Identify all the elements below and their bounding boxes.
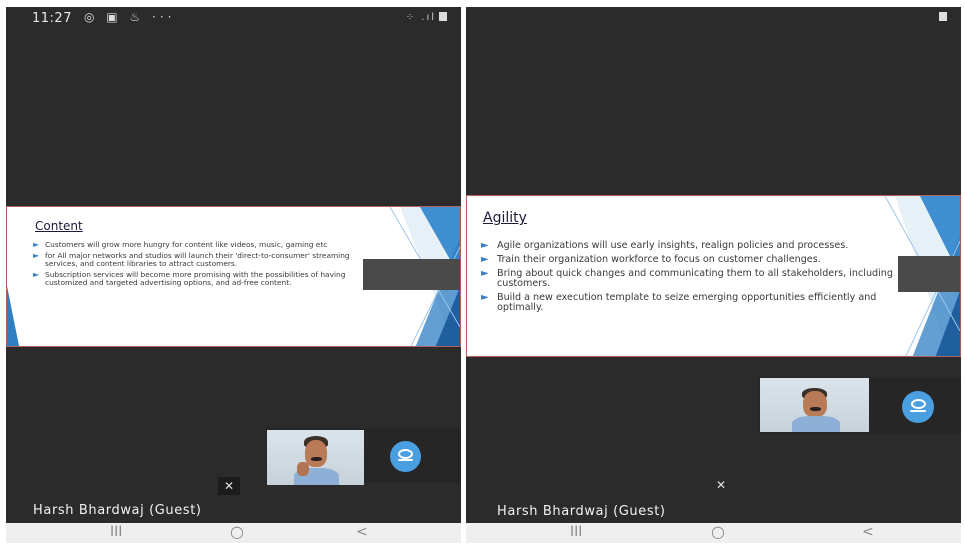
bullet-arrow-icon: ► [481,240,489,251]
battery-icon [439,12,447,21]
slide-bullet: ► Customers will grow more hungry for con… [33,240,328,249]
bullet-arrow-icon: ► [33,240,40,249]
slide-title: Content [35,219,83,233]
slide-bullet: ► for All major networks and studios will… [33,251,350,268]
android-nav-bar: III ○ < [466,522,961,543]
battery-icon [936,12,947,23]
status-bar: 11:27 ◎ ▣ ♨ ··· ⁘ .ıl [6,7,461,31]
bullet-arrow-icon: ► [33,251,40,260]
home-icon[interactable]: ○ [711,522,725,541]
shared-slide: Content ► Customers will grow more hungry… [6,206,461,347]
bullet-arrow-icon: ► [33,270,40,279]
right-phone-screen: Agility ► Agile organizations will use ea… [466,7,961,543]
notification-icons: ◎ ▣ ♨ ··· [84,10,176,24]
camera-switch-button[interactable] [902,391,934,423]
bullet-arrow-icon: ► [481,268,489,279]
shared-slide: Agility ► Agile organizations will use ea… [466,195,961,357]
home-icon[interactable]: ○ [230,522,244,541]
android-nav-bar: III ○ < [6,522,461,543]
recents-icon[interactable]: III [570,524,582,540]
slide-decoration-left [7,286,19,346]
back-icon[interactable]: < [862,524,874,540]
slide-overlay-box [363,259,460,290]
slide-bullet: ► Train their organization workforce to f… [481,254,821,265]
camera-switch-button[interactable] [390,441,421,472]
participant-video[interactable] [760,378,869,432]
participant-video[interactable] [267,430,364,485]
signal-icons: ⁘ .ıl [406,12,447,23]
status-bar [466,7,961,31]
left-phone-screen: 11:27 ◎ ▣ ♨ ··· ⁘ .ıl Content ► Customers… [6,7,461,543]
recents-icon[interactable]: III [110,524,122,540]
status-time: 11:27 [32,11,72,26]
bullet-arrow-icon: ► [481,292,489,303]
slide-bullet-list: ► Customers will grow more hungry for con… [33,241,355,290]
slide-title: Agility [483,210,527,226]
participant-name: Harsh Bhardwaj (Guest) [497,504,666,519]
slide-bullet: ► Build a new execution template to seize… [481,292,877,313]
mic-muted-icon[interactable]: ✕ [218,477,240,495]
participant-name: Harsh Bhardwaj (Guest) [33,503,202,518]
slide-bullet: ► Agile organizations will use early insi… [481,240,849,251]
bullet-arrow-icon: ► [481,254,489,265]
slide-bullet: ► Subscription services will become more … [33,270,346,287]
mic-muted-icon[interactable]: ✕ [710,476,732,494]
back-icon[interactable]: < [356,524,368,540]
slide-overlay-box [898,256,960,292]
slide-bullet: ► Bring about quick changes and communica… [481,268,893,289]
slide-bullet-list: ► Agile organizations will use early insi… [481,241,901,317]
